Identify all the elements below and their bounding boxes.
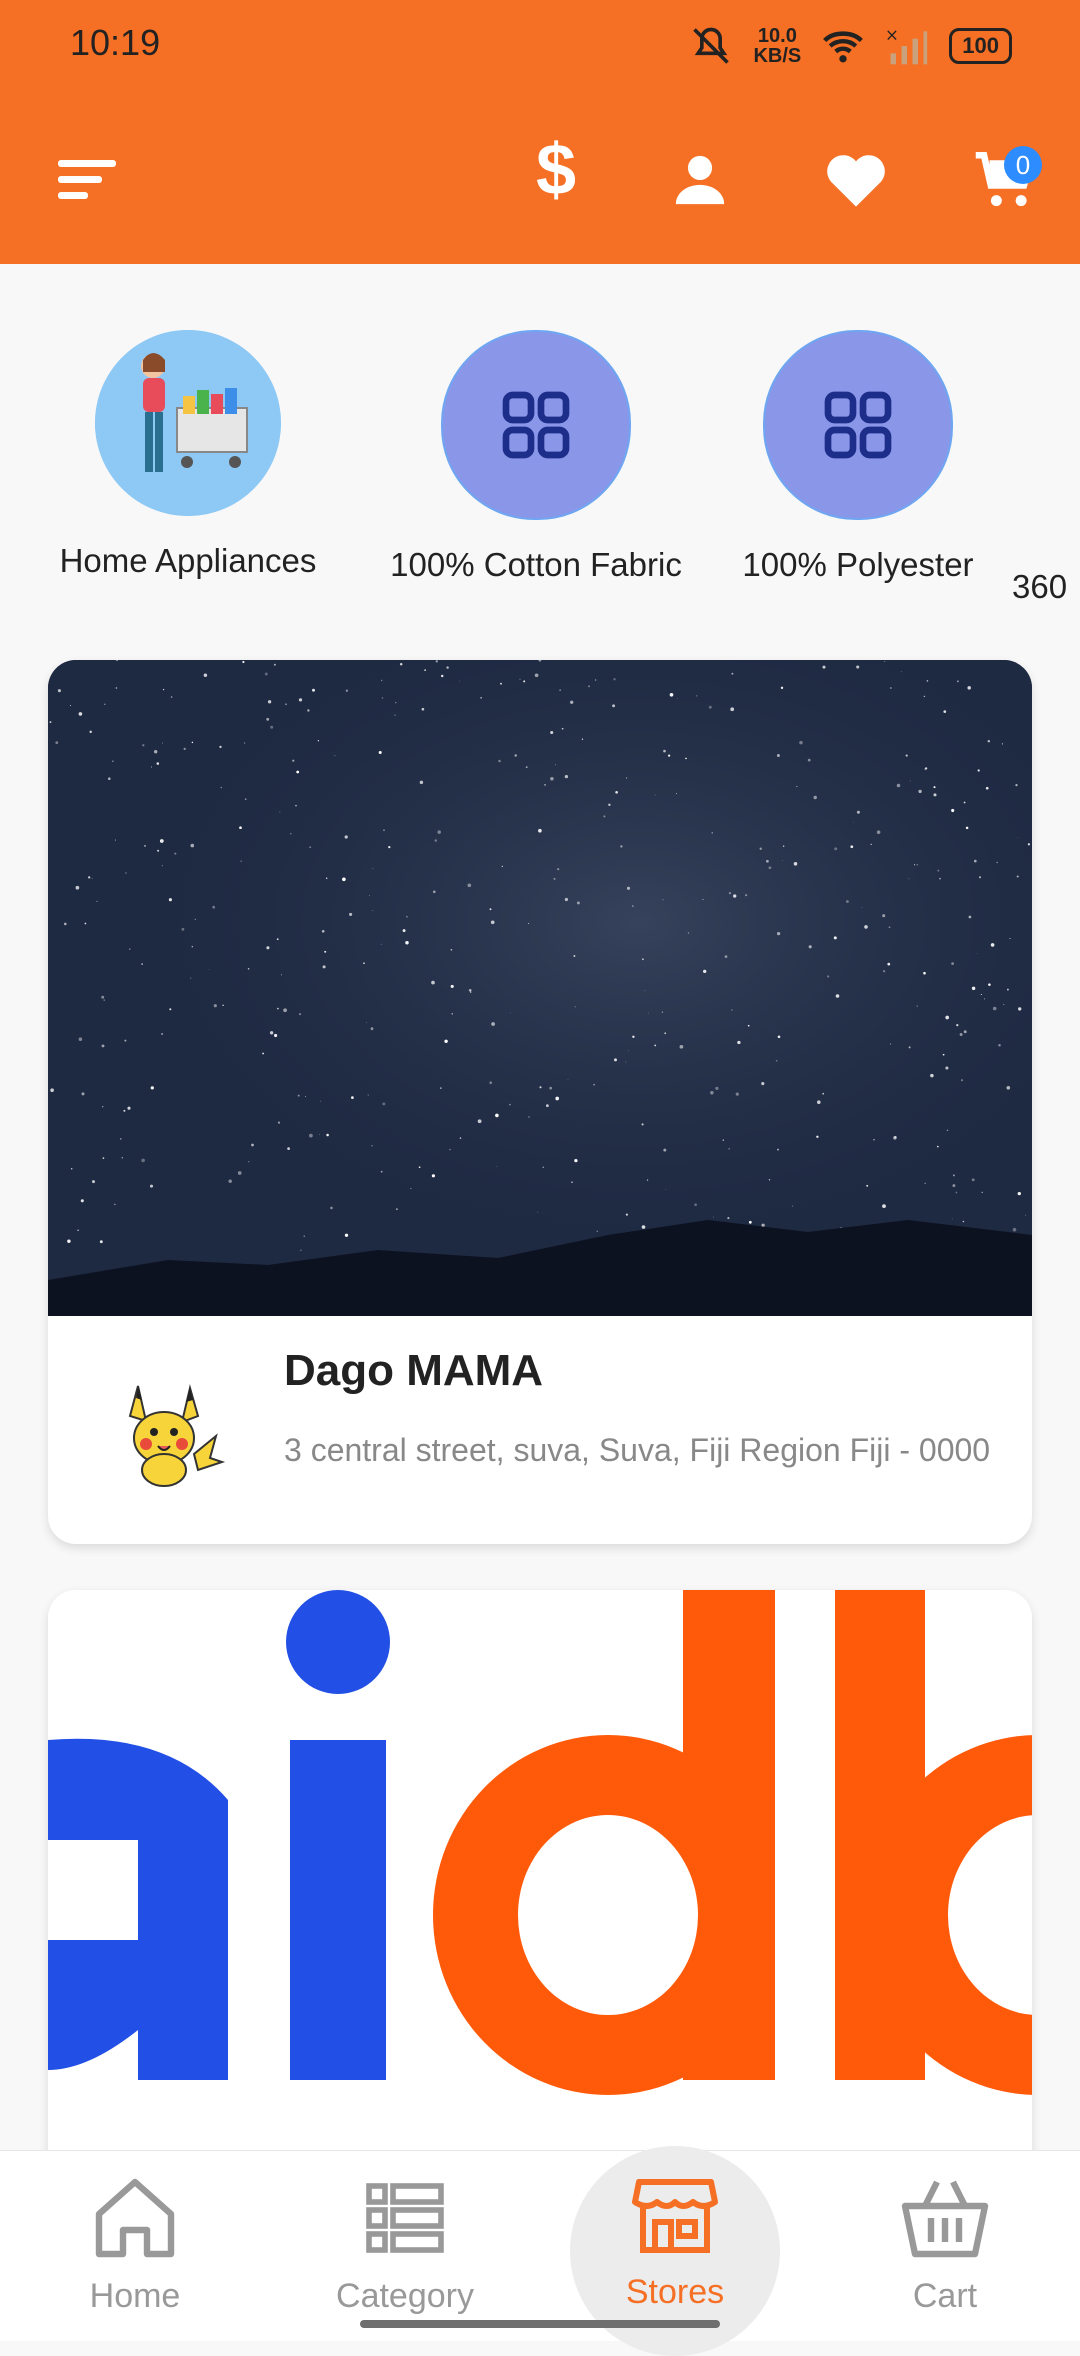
home-icon (95, 2178, 175, 2258)
currency-button[interactable]: $ (520, 130, 592, 210)
network-speed-value: 10.0 (757, 25, 797, 47)
toolbar: $ (0, 120, 1080, 240)
nav-label: Stores (625, 2273, 725, 2311)
category-name: 100% Cotton Fabric (390, 546, 682, 583)
category-item[interactable]: 100% Cotton Fabric (366, 330, 706, 584)
category-item[interactable]: 360 (1012, 330, 1080, 606)
user-icon (675, 155, 725, 205)
category-name: 360 (1012, 568, 1068, 605)
night-sky-stars-image (48, 660, 1032, 1316)
store-info: Dago MAMA 3 central street, suva, Suva, … (48, 1316, 1032, 1544)
menu-icon (58, 160, 116, 199)
network-speed: 10.0 KB/S (753, 26, 801, 66)
signal-icon: × (885, 26, 928, 65)
category-image (763, 330, 953, 520)
status-time: 10:19 (70, 22, 161, 63)
basket-icon (901, 2180, 989, 2258)
store-address: 3 central street, suva, Suva, Fiji Regio… (284, 1432, 991, 1468)
store-icon (632, 2179, 718, 2253)
store-card[interactable]: Dago MAMA 3 central street, suva, Suva, … (48, 660, 1032, 1544)
category-image (95, 330, 281, 516)
grid-icon (824, 391, 892, 459)
category-item[interactable]: Home Appliances (18, 330, 358, 580)
nav-label: Category (336, 2277, 474, 2315)
grid-icon (502, 391, 570, 459)
nav-label: Home (89, 2277, 181, 2315)
nav-cart[interactable]: Cart (810, 2170, 1080, 2316)
wifi-icon (823, 31, 864, 63)
category-name: Home Appliances (59, 542, 317, 579)
category-image (441, 330, 631, 520)
category-carousel[interactable]: Home Appliances 100% Cotton Fabric 100% … (0, 330, 1080, 610)
home-indicator[interactable] (360, 2320, 720, 2328)
nav-stores[interactable]: Stores (540, 2166, 810, 2312)
dollar-icon: $ (535, 130, 577, 210)
battery-indicator: 100 (949, 28, 1012, 64)
shopping-woman-image (95, 330, 281, 516)
list-icon (366, 2183, 444, 2253)
nav-label: Cart (912, 2277, 978, 2315)
pikachu-logo (128, 1384, 226, 1487)
cart-count-badge: 0 (1004, 146, 1042, 184)
wishlist-button[interactable] (820, 144, 892, 216)
status-bar: 10:19 10.0 KB/S × 100 (0, 0, 1080, 96)
nav-category[interactable]: Category (270, 2170, 540, 2316)
network-speed-unit: KB/S (753, 45, 802, 67)
svg-text:×: × (885, 26, 899, 45)
heart-icon (827, 155, 885, 207)
app-header: 10:19 10.0 KB/S × 100 $ 0 (0, 0, 1080, 264)
account-button[interactable] (664, 144, 736, 216)
store-name: Dago MAMA (284, 1346, 544, 1395)
menu-button[interactable] (52, 144, 124, 216)
category-name: 100% Polyester (742, 546, 974, 583)
store-banner (48, 660, 1032, 1316)
mute-vibrate-icon (693, 27, 730, 64)
category-item[interactable]: 100% Polyester (688, 330, 1028, 584)
status-icons: 10.0 KB/S × 100 (689, 24, 1012, 68)
nav-home[interactable]: Home (0, 2170, 270, 2316)
